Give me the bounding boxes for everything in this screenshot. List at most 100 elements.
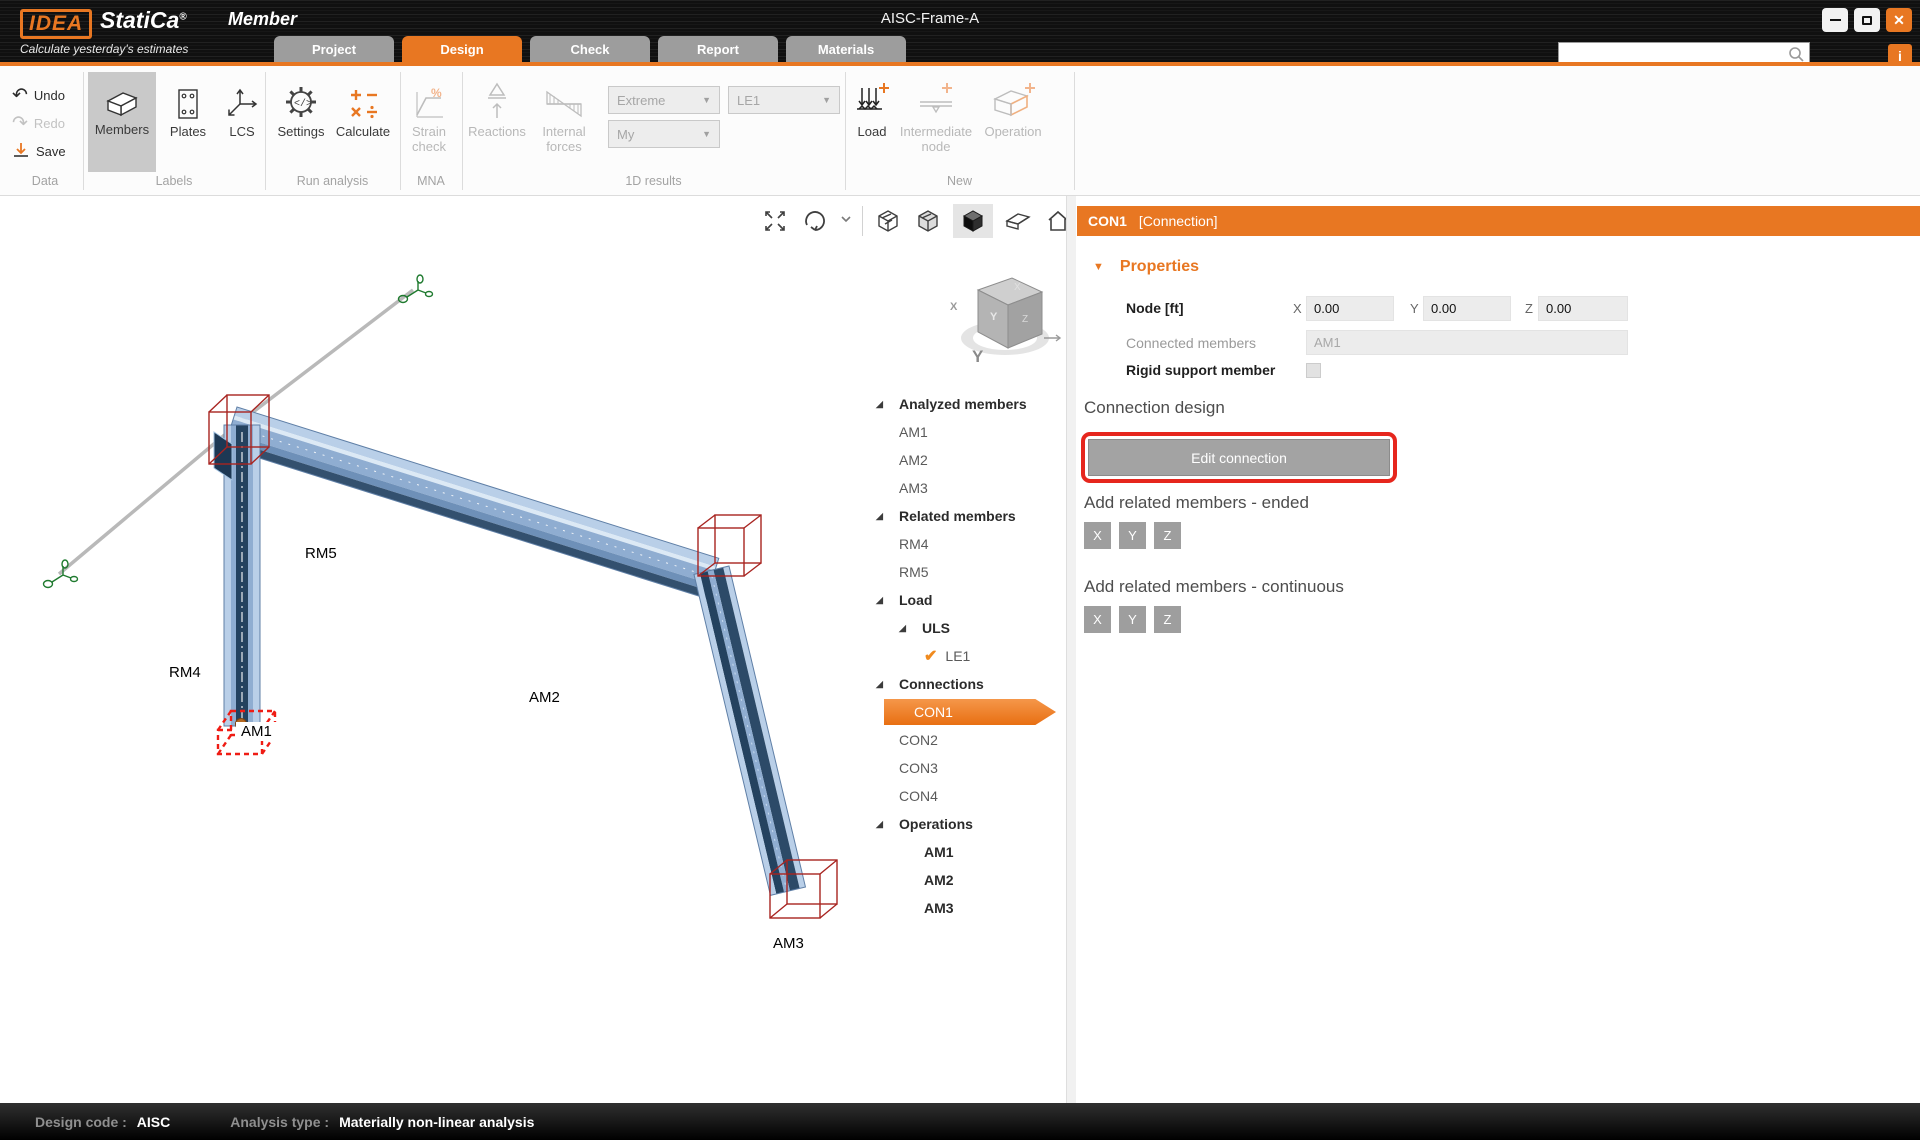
loadcase-dropdown[interactable]: LE1 ▼ (728, 86, 840, 114)
tree-item-con4[interactable]: CON4 (876, 782, 1066, 810)
tree-item-operations-am1[interactable]: AM1 (876, 838, 1066, 866)
redo-button[interactable]: ↷ Redo (12, 110, 65, 136)
calculate-button[interactable]: Calculate (332, 74, 394, 139)
tree-item-load[interactable]: ◢ Load (876, 586, 1066, 614)
lcs-button[interactable]: LCS (218, 74, 266, 139)
plates-label: Plates (160, 124, 216, 139)
strain-check-button[interactable]: % Straincheck (402, 74, 456, 154)
model-viewport[interactable]: RM5 RM4 AM1 AM2 AM3 (0, 196, 1066, 1103)
redo-icon: ↷ (12, 114, 28, 133)
tab-design[interactable]: Design (402, 36, 522, 62)
rigid-support-checkbox[interactable] (1306, 363, 1321, 378)
tree-item-am3[interactable]: AM3 (876, 474, 1066, 502)
tree-item-le1[interactable]: ✔LE1 (876, 642, 1066, 670)
tree-item-am2[interactable]: AM2 (876, 446, 1066, 474)
tab-materials[interactable]: Materials (786, 36, 906, 62)
maximize-button[interactable] (1854, 8, 1880, 32)
add-ended-y-button[interactable]: Y (1119, 522, 1146, 549)
expander-icon[interactable]: ◢ (876, 399, 890, 410)
node-y-input[interactable]: 0.00 (1423, 296, 1511, 321)
reactions-button[interactable]: Reactions (466, 74, 528, 139)
strain-check-label: Straincheck (402, 124, 456, 154)
section-clip-icon[interactable] (1003, 206, 1033, 236)
tree-item-operations[interactable]: ◢Operations (876, 810, 1066, 838)
tree-label: AM1 (899, 424, 928, 440)
rotate-options-chevron[interactable] (840, 212, 852, 230)
tree-label: ULS (922, 620, 950, 636)
tree-scrollbar[interactable] (1066, 196, 1076, 1103)
component-dropdown[interactable]: My ▼ (608, 120, 720, 148)
close-button[interactable]: ✕ (1886, 8, 1912, 32)
tree-item-con1-selected[interactable]: CON1 (876, 698, 1066, 726)
add-ended-x-button[interactable]: X (1084, 522, 1111, 549)
tree-label: Load (899, 592, 932, 608)
new-load-button[interactable]: Load (848, 74, 896, 139)
load-icon (852, 80, 892, 120)
internal-forces-button[interactable]: Internalforces (532, 74, 596, 154)
viewport-toolbar (760, 204, 1073, 238)
tree-item-operations-am2[interactable]: AM2 (876, 866, 1066, 894)
tree-item-rm4[interactable]: RM4 (876, 530, 1066, 558)
save-button[interactable]: Save (12, 138, 66, 164)
add-continuous-z-button[interactable]: Z (1154, 606, 1181, 633)
add-ended-z-button[interactable]: Z (1154, 522, 1181, 549)
tree-item-rm5[interactable]: RM5 (876, 558, 1066, 586)
rotate-view-icon[interactable] (800, 206, 830, 236)
edit-connection-button[interactable]: Edit connection (1088, 439, 1390, 476)
ribbon: ↶ Undo ↷ Redo Save Members (0, 66, 1920, 196)
tree-item-con2[interactable]: CON2 (876, 726, 1066, 754)
node-z-input[interactable]: 0.00 (1538, 296, 1628, 321)
zoom-fit-icon[interactable] (760, 206, 790, 236)
tree-item-con3[interactable]: CON3 (876, 754, 1066, 782)
search-icon (1787, 45, 1805, 63)
tree-item-am1[interactable]: AM1 (876, 418, 1066, 446)
add-continuous-x-button[interactable]: X (1084, 606, 1111, 633)
new-operation-button[interactable]: Operation (980, 74, 1046, 139)
wireframe-view-icon[interactable] (873, 206, 903, 236)
settings-button[interactable]: </> Settings (272, 74, 330, 139)
tab-report[interactable]: Report (658, 36, 778, 62)
tab-check[interactable]: Check (530, 36, 650, 62)
minimize-button[interactable] (1822, 8, 1848, 32)
expander-icon[interactable]: ◢ (876, 819, 890, 830)
expander-icon[interactable]: ◢ (876, 679, 890, 690)
settings-gear-icon: </> (283, 84, 319, 120)
navigation-cube[interactable]: Y Z X Y X (948, 258, 1063, 375)
solid-view-icon[interactable] (953, 204, 993, 238)
svg-text:X: X (1014, 282, 1021, 293)
expander-icon[interactable]: ◢ (876, 511, 890, 522)
expander-icon[interactable]: ◢ (899, 623, 913, 634)
tree-item-connections[interactable]: ◢Connections (876, 670, 1066, 698)
tab-project[interactable]: Project (274, 36, 394, 62)
node-x-input[interactable]: 0.00 (1306, 296, 1394, 321)
member-label-am1: AM1 (236, 722, 277, 741)
beam-am2[interactable] (224, 407, 718, 598)
member-label-rm4: RM4 (164, 663, 206, 682)
extreme-dropdown[interactable]: Extreme ▼ (608, 86, 720, 114)
undo-button[interactable]: ↶ Undo (12, 82, 65, 108)
tree-item-operations-am3[interactable]: AM3 (876, 894, 1066, 922)
add-ended-axis-buttons: X Y Z (1084, 522, 1181, 549)
tree-item-related-members[interactable]: ◢ Related members (876, 502, 1066, 530)
search-input[interactable] (1559, 44, 1787, 64)
shaded-view-icon[interactable] (913, 206, 943, 236)
group-label-labels: Labels (83, 174, 265, 192)
ribbon-separator (845, 72, 846, 190)
tree-item-analyzed-members[interactable]: ◢Analyzed members (876, 390, 1066, 418)
operation-icon (989, 80, 1037, 120)
expander-icon[interactable]: ◢ (876, 595, 890, 606)
chevron-down-icon: ▼ (702, 129, 711, 139)
plates-button[interactable]: Plates (160, 74, 216, 139)
design-code-label: Design code : (35, 1114, 127, 1130)
add-continuous-y-button[interactable]: Y (1119, 606, 1146, 633)
members-button[interactable]: Members (88, 72, 156, 172)
intermediate-node-button[interactable]: Intermediatenode (898, 74, 974, 154)
tree-label: CON1 (914, 704, 953, 720)
checkbox-checked-icon[interactable]: ✔ (924, 646, 937, 666)
properties-section-header[interactable]: ▼ Properties (1093, 258, 1199, 276)
beam-am3[interactable] (694, 566, 805, 895)
tree-item-uls[interactable]: ◢ ULS (876, 614, 1066, 642)
collapse-triangle-icon[interactable]: ▼ (1093, 261, 1104, 273)
ribbon-separator (462, 72, 463, 190)
tree-label: Related members (899, 508, 1016, 524)
